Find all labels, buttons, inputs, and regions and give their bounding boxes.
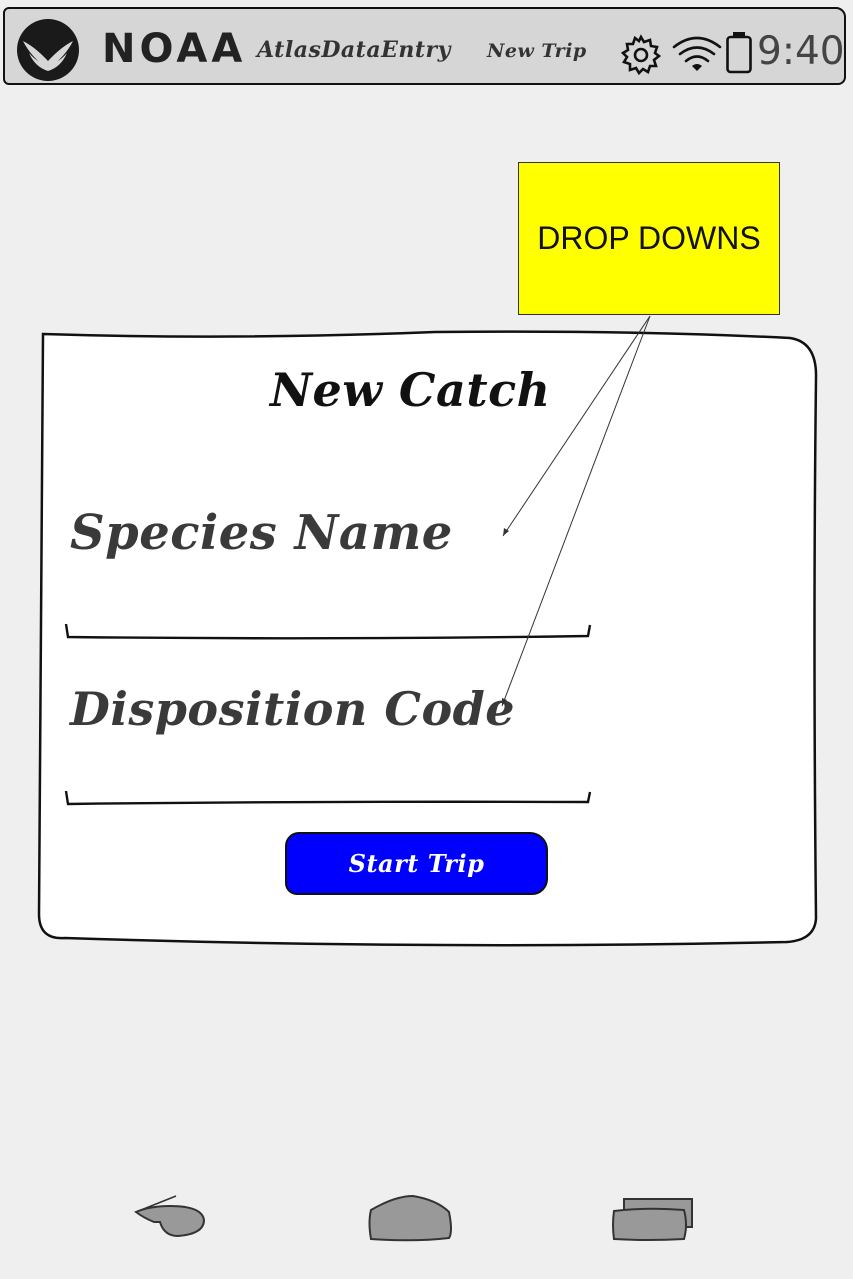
screen-title: New Trip (487, 40, 587, 62)
start-trip-button[interactable]: Start Trip (285, 832, 548, 895)
noaa-logo (17, 19, 79, 81)
battery-icon (726, 32, 752, 74)
disposition-code-dropdown[interactable] (63, 787, 593, 811)
annotation-note: DROP DOWNS (518, 162, 780, 315)
top-app-bar: NOAA AtlasDataEntry New Trip 9:40 (3, 7, 846, 85)
home-icon[interactable] (365, 1192, 455, 1244)
status-time: 9:40 (757, 29, 845, 74)
disposition-code-label: Disposition Code (70, 682, 516, 736)
form-title: New Catch (270, 363, 551, 417)
species-name-dropdown[interactable] (63, 620, 593, 644)
app-title: AtlasDataEntry (257, 37, 451, 63)
species-name-label: Species Name (70, 505, 453, 561)
recents-icon[interactable] (608, 1195, 698, 1243)
brand-name: NOAA (102, 26, 247, 72)
gear-icon[interactable] (619, 33, 663, 77)
back-icon[interactable] (130, 1190, 210, 1242)
wifi-icon (672, 36, 722, 71)
